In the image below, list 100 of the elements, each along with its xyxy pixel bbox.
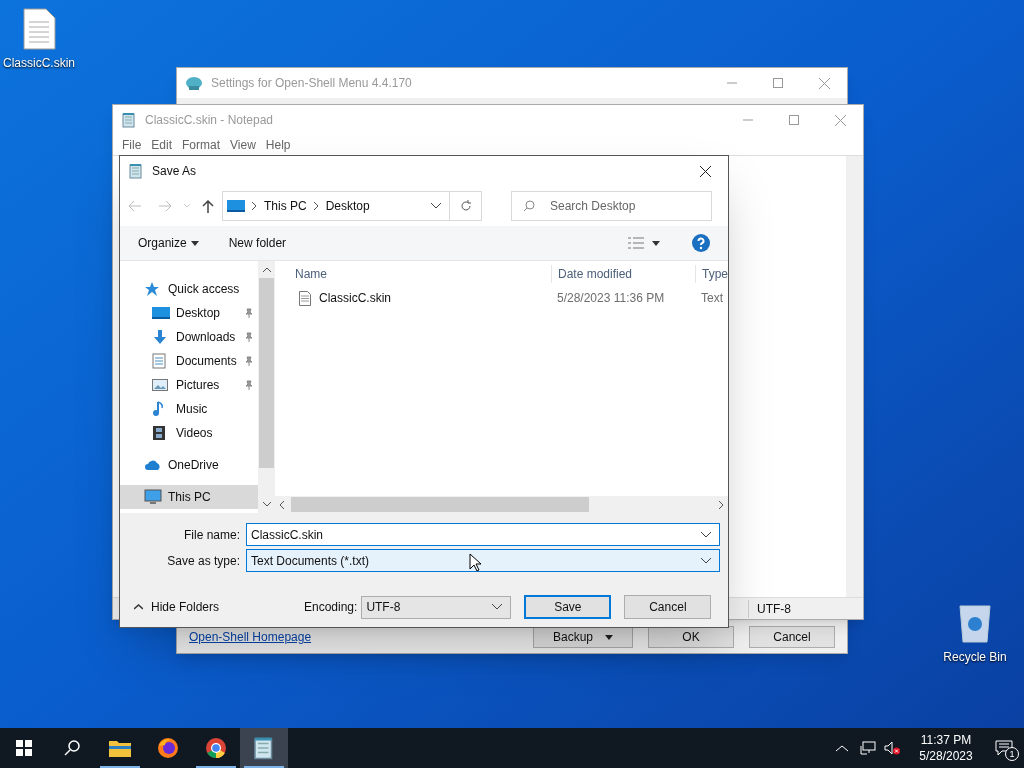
chevron-down-icon [701,531,711,538]
text-file-icon [299,290,311,306]
caret-icon [605,634,613,640]
new-folder-button[interactable]: New folder [228,234,287,252]
taskbar-app[interactable] [240,728,288,768]
menu-item[interactable]: Format [177,136,226,154]
close-icon [699,165,711,177]
scroll-down-icon [262,502,271,507]
window-title: Settings for Open-Shell Menu 4.4.170 [211,75,412,92]
menu-item[interactable]: View [225,136,261,154]
speech-bubble-icon [995,740,1013,756]
nav-item[interactable]: Pictures [120,373,258,397]
save-type-dropdown[interactable]: Text Documents (*.txt) [246,549,720,572]
notifications-button[interactable]: 1 [984,728,1024,768]
nav-item[interactable]: Downloads [120,325,258,349]
nav-label: Pictures [176,377,220,394]
menu-item[interactable]: File [117,136,147,154]
scroll-right-icon [719,500,724,509]
nav-item[interactable]: Music [120,397,258,421]
scroll-left-icon [279,500,284,509]
file-name[interactable]: ClassicC.skin [319,289,391,307]
back-arrow-icon [128,200,142,212]
field-label: Save as type: [166,552,241,570]
nav-item[interactable]: This PC [120,485,258,509]
vertical-scrollbar[interactable] [846,156,863,597]
computer-icon [144,489,162,505]
menu-item[interactable]: Help [260,136,296,154]
search-icon [64,740,80,756]
desktop-icon [152,306,170,320]
clock-time[interactable]: 11:37 PM [920,732,972,748]
column-header[interactable]: Date modified [551,265,695,283]
chevron-right-icon [313,202,319,210]
cancel-button[interactable]: Cancel [624,595,712,619]
mouse-pointer-icon [469,553,481,572]
fox-globe-icon [156,736,180,760]
nav-label: Downloads [176,329,236,346]
download-arrow-icon [152,329,168,345]
nav-item[interactable]: OneDrive [120,453,258,477]
encoding-dropdown[interactable]: UTF-8 [361,595,512,619]
nav-label: Desktop [176,305,221,322]
desktop-icon-label[interactable]: ClassicC.skin [3,54,75,72]
nav-label: Music [176,401,208,418]
nav-label: This PC [168,489,211,506]
help-icon [692,234,710,252]
window-title: ClassicC.skin - Notepad [145,112,274,129]
star-icon [144,281,160,297]
muted-speaker-icon [884,741,900,755]
status-encoding: UTF-8 [748,599,863,618]
notification-count: 1 [1005,747,1019,761]
hide-folders-button[interactable]: Hide Folders [128,598,298,616]
dialog-button[interactable]: Cancel [749,626,835,648]
nav-item[interactable]: Desktop [120,301,258,325]
column-header[interactable]: Name [275,265,551,283]
nav-item[interactable]: Quick access [120,277,258,301]
file-date: 5/28/2023 11:36 PM [556,290,666,307]
search-icon [523,200,535,212]
picture-icon [152,378,168,392]
chevron-up-icon [134,604,143,610]
search-field[interactable]: Search Desktop [511,191,712,221]
cloud-icon [144,459,162,471]
save-button[interactable]: Save [524,595,612,619]
chevron-down-icon [431,203,441,209]
homepage-link[interactable]: Open-Shell Homepage [189,628,312,646]
computer-icon [227,199,245,213]
clock-date[interactable]: 5/28/2023 [919,748,973,764]
music-note-icon [152,401,166,417]
field-label: File name: [182,526,241,544]
chevron-right-icon [252,202,257,210]
chevron-down-icon [492,604,503,610]
nav-item[interactable]: Documents [120,349,258,373]
address-bar[interactable]: This PC Desktop [222,191,482,221]
file-name-field[interactable]: ClassicC.skin [246,523,720,546]
breadcrumb-item[interactable]: This PC [264,197,307,215]
forward-arrow-icon [158,200,172,212]
menu-item[interactable]: Edit [146,136,178,154]
view-list-icon [628,237,644,249]
nav-item[interactable]: Videos [120,421,258,445]
chrome-ball-icon [204,736,228,760]
caret-icon [190,240,199,246]
dialog-button[interactable]: OK [648,626,734,648]
document-icon [152,353,166,369]
maximize-icon [773,78,783,88]
horizontal-scrollbar[interactable] [275,496,728,513]
scroll-up-icon [262,267,271,272]
breadcrumb-item[interactable]: Desktop [325,197,370,215]
organize-button[interactable]: Organize [138,234,199,252]
caret-icon [652,240,660,246]
network-icon [860,741,876,755]
close-icon [834,114,846,126]
shell-icon [185,75,203,91]
notepad-icon [128,163,144,179]
folder-icon [108,738,132,758]
desktop-icon-label[interactable]: Recycle Bin [943,648,1007,666]
column-header[interactable]: Type [695,265,728,283]
text-file-icon [22,8,56,50]
vertical-scrollbar[interactable] [258,261,275,513]
film-icon [152,425,166,441]
dialog-button[interactable]: Backup [533,626,633,648]
nav-label: Quick access [168,281,240,298]
chevron-up-icon [836,744,848,752]
